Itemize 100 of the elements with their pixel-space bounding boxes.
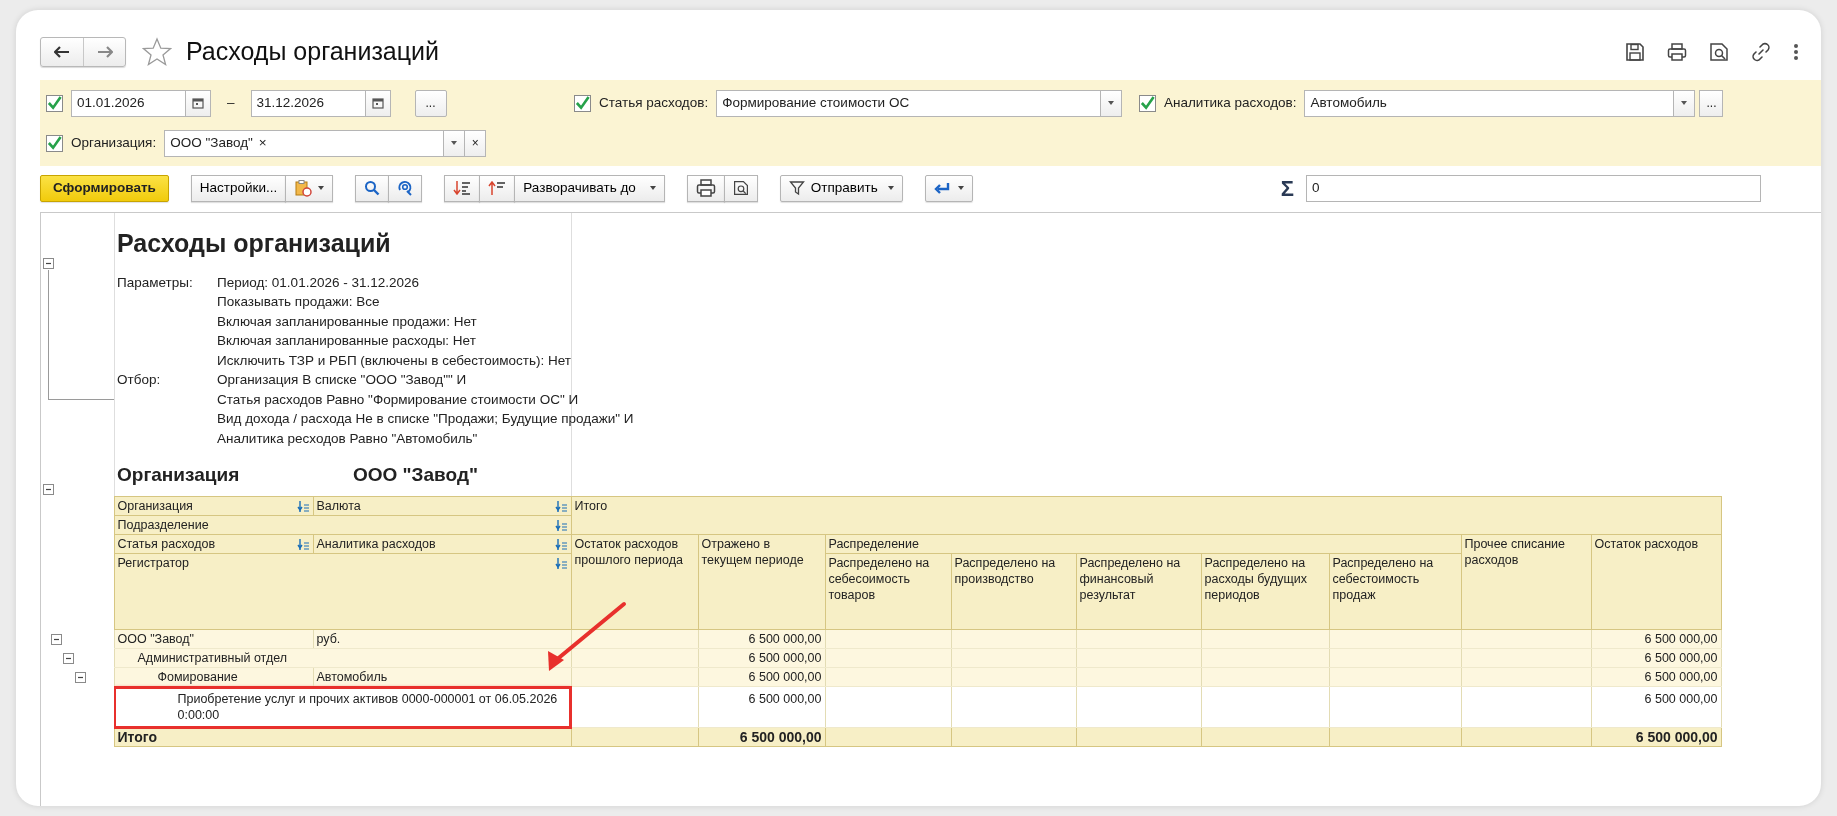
checkmark-icon <box>575 95 590 111</box>
print-icon[interactable] <box>1667 42 1687 62</box>
parameter-value: Аналитика ресходов Равно "Автомобиль" <box>217 429 479 448</box>
collapse-icon[interactable] <box>43 484 54 495</box>
filter-icon <box>788 180 805 196</box>
window-title: Расходы организаций <box>186 36 439 68</box>
collapse-icon[interactable] <box>51 633 62 645</box>
period-button[interactable]: ... <box>414 89 447 117</box>
collapse-all-button[interactable] <box>444 174 481 202</box>
table-cell: 6 500 000,00 <box>698 686 825 728</box>
more-icon[interactable] <box>1793 42 1799 62</box>
calendar-button[interactable] <box>185 89 211 117</box>
print-icon[interactable] <box>695 178 716 198</box>
search-icon[interactable] <box>364 180 381 196</box>
generate-button[interactable]: Сформировать <box>40 174 169 202</box>
expand-all-button[interactable] <box>479 174 516 202</box>
column-header: Распределено на расходы будущих периодов <box>1201 553 1329 630</box>
back-arrow-icon <box>54 46 70 58</box>
sort-descending-icon[interactable] <box>453 180 472 196</box>
preview-icon[interactable] <box>732 180 749 196</box>
parameter-label: Параметры: <box>117 273 194 292</box>
sort-ascending-icon[interactable] <box>488 180 507 196</box>
checkbox[interactable] <box>46 134 63 152</box>
parameter-label: Отбор: <box>117 371 162 389</box>
grouping-label: Организация <box>117 462 241 487</box>
undo-button[interactable] <box>924 174 973 202</box>
parameter-value: Включая запланированные продажи: Нет <box>217 312 478 331</box>
settings-menu-button[interactable] <box>285 174 334 202</box>
parameter-value: Период: 01.01.2026 - 31.12.2026 <box>217 273 420 292</box>
sort-icon[interactable] <box>554 500 568 512</box>
column-header: Распределено на производство <box>951 553 1076 630</box>
collapse-icon[interactable] <box>43 258 54 269</box>
select-button[interactable]: ... <box>1699 89 1724 117</box>
column-header: Регистратор <box>117 555 189 571</box>
preview-button[interactable] <box>723 174 758 202</box>
parameter-value: Вид дохода / расхода Не в списке "Продажи; Будущие продажи" И <box>217 410 634 428</box>
sum-icon: Σ <box>1280 171 1294 205</box>
collapse-icon[interactable] <box>75 671 86 683</box>
column-header: Прочее списание расходов <box>1461 534 1591 630</box>
date-field[interactable]: 31.12.2026 <box>250 89 366 117</box>
preview-icon[interactable] <box>1709 42 1729 62</box>
settings-button[interactable]: Настройки... <box>190 174 287 202</box>
tag-field[interactable]: ООО "Завод" × <box>164 129 445 157</box>
column-header: Аналитика расходов <box>316 536 436 552</box>
parameter-value: Статья расходов Равно "Формирование стоимости ОС" И <box>217 390 580 409</box>
column-header: Валюта <box>316 498 361 514</box>
sum-field[interactable]: 0 <box>1306 174 1761 202</box>
table-cell: 6 500 000,00 <box>1591 686 1721 728</box>
checkmark-icon <box>1140 95 1155 111</box>
search-refresh-icon[interactable] <box>397 180 414 196</box>
column-header: Остаток расходов прошлого периода <box>571 534 698 630</box>
checkmark-icon <box>47 135 62 151</box>
checkmark-icon <box>47 95 62 111</box>
print-button[interactable] <box>686 174 725 202</box>
checkbox[interactable] <box>1139 94 1156 112</box>
calendar-button[interactable] <box>364 89 391 117</box>
checkbox[interactable] <box>574 94 591 112</box>
sort-icon[interactable] <box>554 557 568 569</box>
checkbox[interactable] <box>46 94 63 112</box>
sort-icon[interactable] <box>554 538 568 550</box>
star-icon[interactable] <box>142 37 172 67</box>
column-header: Итого <box>571 496 1721 535</box>
clear-button[interactable]: × <box>464 129 487 157</box>
calendar-icon <box>371 97 384 109</box>
select-field[interactable]: Автомобиль <box>1304 89 1675 117</box>
grouping-value: ООО "Завод" <box>353 462 478 487</box>
column-header: Остаток расходов <box>1591 534 1721 630</box>
field-label: Статья расходов: <box>599 93 709 112</box>
save-icon[interactable] <box>1625 42 1645 62</box>
expand-to-button[interactable]: Разворачивать до <box>514 174 665 202</box>
tag-remove-button[interactable]: × <box>258 132 267 154</box>
column-header: Распределено на финансовый результат <box>1076 553 1201 630</box>
column-header: Отражено в текущем периоде <box>698 534 825 630</box>
report-title: Расходы организаций <box>117 228 392 259</box>
calendar-icon <box>192 97 204 109</box>
column-header: Организация <box>117 498 193 514</box>
send-button[interactable]: Отправить <box>779 174 903 202</box>
sort-icon[interactable] <box>554 519 568 531</box>
sort-icon[interactable] <box>296 500 310 512</box>
date-field[interactable]: 01.01.2026 <box>71 89 186 117</box>
dash: – <box>227 93 235 112</box>
parameter-value: Исключить ТЗР и РБП (включены в себестоимость): Нет <box>217 351 572 370</box>
parameter-value: Показывать продажи: Все <box>217 293 381 311</box>
field-label: Аналитика расходов: <box>1164 93 1297 112</box>
search-refresh-button[interactable] <box>388 174 423 202</box>
table-cell: Приобретение услуг и прочих активов 0000-000001 от 06.05.2026 0:00:00 <box>114 686 571 728</box>
column-header: Распределено на себесоимость товаров <box>825 553 951 630</box>
parameter-value: Включая запланированные расходы: Нет <box>217 332 477 350</box>
select-field[interactable]: Формирование стоимости ОС <box>716 89 1102 117</box>
forward-arrow-icon <box>96 46 113 58</box>
sort-icon[interactable] <box>296 538 310 550</box>
field-label: Организация: <box>71 133 157 152</box>
column-header: Статья расходов <box>117 536 216 552</box>
parameter-value: Организация В списке "ООО "Завод"" И <box>217 371 468 389</box>
undo-icon <box>933 180 952 196</box>
column-header: Распределено на себестоимость продаж <box>1329 553 1461 630</box>
collapse-icon[interactable] <box>63 652 74 664</box>
search-button[interactable] <box>355 174 390 202</box>
column-header: Подразделение <box>117 517 209 533</box>
link-icon[interactable] <box>1751 42 1771 62</box>
